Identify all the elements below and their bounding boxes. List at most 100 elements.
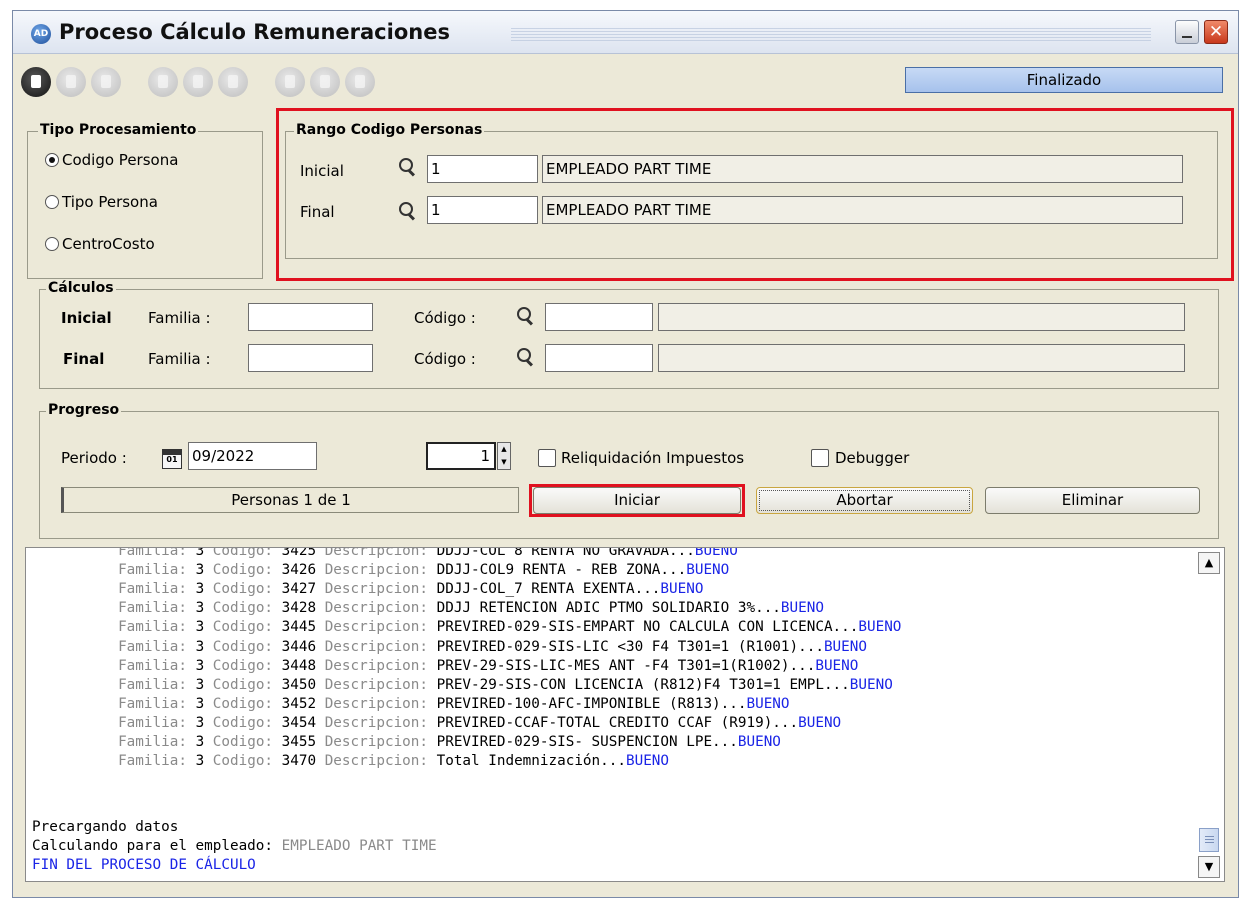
- log-scrollbar[interactable]: ▲ ▼: [1196, 548, 1224, 881]
- log-desc-prefix: Descripcion:: [324, 600, 428, 617]
- log-familia: 3: [195, 581, 205, 598]
- radio-tipo-persona[interactable]: Tipo Persona: [45, 193, 158, 211]
- delete-icon[interactable]: [91, 67, 121, 97]
- scroll-up-icon[interactable]: ▲: [1198, 552, 1220, 574]
- log-indent: [32, 658, 118, 674]
- log-space: [187, 600, 196, 616]
- log-status: BUENO: [625, 753, 670, 770]
- log-codigo-prefix: Codigo:: [212, 581, 274, 598]
- log-space: [316, 581, 325, 597]
- log-entry: Familia: 3 Codigo: 3454 Descripcion: PRE…: [32, 714, 841, 733]
- log-entry: Familia: 3 Codigo: 3452 Descripcion: PRE…: [32, 695, 789, 714]
- scroll-down-icon[interactable]: ▼: [1198, 856, 1220, 878]
- log-entry: Familia: 3 Codigo: 3428 Descripcion: DDJ…: [32, 599, 824, 618]
- codigo-final-label: Código :: [414, 350, 476, 368]
- eliminar-button[interactable]: Eliminar: [985, 487, 1200, 514]
- search-final-icon[interactable]: [399, 202, 417, 220]
- log-space: [273, 696, 282, 712]
- log-familia-prefix: Familia:: [118, 619, 187, 636]
- log-familia: 3: [195, 562, 205, 579]
- log-codigo-prefix: Codigo:: [212, 600, 274, 617]
- spin-up-icon[interactable]: ▲: [498, 443, 510, 456]
- log-familia-prefix: Familia:: [118, 547, 187, 559]
- tools-icon[interactable]: [275, 67, 305, 97]
- calendar-icon-text: 01: [166, 455, 178, 464]
- log-space: [273, 548, 282, 559]
- log-space: [428, 753, 437, 769]
- status-button[interactable]: Finalizado: [905, 67, 1223, 93]
- codigo-final-input[interactable]: [545, 344, 653, 372]
- log-codigo: 3470: [281, 753, 317, 770]
- log-space: [316, 619, 325, 635]
- radio-label: Tipo Persona: [62, 193, 158, 211]
- scroll-thumb[interactable]: [1199, 828, 1219, 852]
- log-familia-prefix: Familia:: [118, 676, 187, 693]
- log-output[interactable]: Familia: 3 Codigo: 3425 Descripcion: DDJ…: [25, 547, 1225, 882]
- log-desc: PREVIRED-100-AFC-IMPONIBLE (R813)...: [436, 695, 747, 712]
- save-icon[interactable]: [56, 67, 86, 97]
- log-desc: PREVIRED-CCAF-TOTAL CREDITO CCAF (R919).…: [436, 714, 799, 731]
- codigo-inicial-input[interactable]: [545, 303, 653, 331]
- log-familia: 3: [195, 600, 205, 617]
- familia-inicial-input[interactable]: [248, 303, 373, 331]
- document-icon[interactable]: [21, 67, 51, 97]
- log-indent: [32, 581, 118, 597]
- search-codigo-final-icon[interactable]: [517, 348, 535, 366]
- log-desc-prefix: Descripcion:: [324, 676, 428, 693]
- search-codigo-inicial-icon[interactable]: [517, 307, 535, 325]
- radio-label: CentroCosto: [62, 235, 155, 253]
- radio-codigo-persona[interactable]: Codigo Persona: [45, 151, 178, 169]
- familia-final-input[interactable]: [248, 344, 373, 372]
- log-space: [187, 658, 196, 674]
- log-desc: PREVIRED-029-SIS-LIC <30 F4 T301=1 (R100…: [436, 638, 824, 655]
- radio-centro-costo[interactable]: CentroCosto: [45, 235, 155, 253]
- forward-icon[interactable]: [183, 67, 213, 97]
- log-space: [204, 562, 213, 578]
- debugger-label: Debugger: [835, 449, 910, 467]
- log-desc-prefix: Descripcion:: [324, 562, 428, 579]
- log-indent: [32, 639, 118, 655]
- log-desc-prefix: Descripcion:: [324, 753, 428, 770]
- log-familia-prefix: Familia:: [118, 734, 187, 750]
- back-icon[interactable]: [148, 67, 178, 97]
- list-icon[interactable]: [345, 67, 375, 97]
- log-codigo: 3450: [281, 676, 317, 693]
- print-icon[interactable]: [310, 67, 340, 97]
- log-indent: [32, 696, 118, 712]
- spin-down-icon[interactable]: ▼: [498, 456, 510, 469]
- log-desc: Total Indemnización...: [436, 753, 626, 770]
- log-indent: [32, 734, 118, 750]
- log-calculando: Calculando para el empleado: EMPLEADO PA…: [32, 837, 437, 856]
- spinner-input[interactable]: 1: [426, 442, 496, 470]
- spinner-buttons[interactable]: ▲ ▼: [497, 442, 511, 470]
- log-desc: DDJJ-COL9 RENTA - REB ZONA...: [436, 562, 687, 579]
- minimize-button[interactable]: [1175, 20, 1199, 44]
- log-desc: DDJJ RETENCION ADIC PTMO SOLIDARIO 3%...: [436, 600, 781, 617]
- log-codigo: 3455: [281, 734, 317, 750]
- calculos-legend: Cálculos: [46, 280, 116, 296]
- reliquidacion-checkbox[interactable]: [538, 449, 556, 467]
- search-inicial-icon[interactable]: [399, 158, 417, 176]
- periodo-input[interactable]: 09/2022: [188, 442, 317, 470]
- app-logo-icon: AD: [31, 24, 51, 44]
- calendar-icon[interactable]: 01: [162, 449, 182, 469]
- log-space: [428, 734, 437, 750]
- rango-final-code-input[interactable]: 1: [427, 196, 538, 224]
- log-entry: Familia: 3 Codigo: 3455 Descripcion: PRE…: [32, 733, 781, 752]
- abortar-button[interactable]: Abortar: [756, 487, 973, 514]
- log-familia: 3: [195, 547, 205, 559]
- codigo-inicial-desc: [658, 303, 1185, 331]
- log-familia: 3: [195, 676, 205, 693]
- close-button[interactable]: ✕: [1204, 20, 1228, 44]
- log-codigo-prefix: Codigo:: [212, 638, 274, 655]
- log-space: [273, 677, 282, 693]
- log-calculando-value: EMPLEADO PART TIME: [281, 838, 437, 854]
- log-status: BUENO: [815, 657, 859, 674]
- rango-final-label: Final: [300, 203, 335, 221]
- log-codigo: 3446: [281, 638, 317, 655]
- debugger-checkbox[interactable]: [811, 449, 829, 467]
- log-codigo: 3428: [281, 600, 317, 617]
- rango-inicial-code-input[interactable]: 1: [427, 155, 538, 183]
- search-icon[interactable]: [218, 67, 248, 97]
- log-space: [316, 548, 325, 559]
